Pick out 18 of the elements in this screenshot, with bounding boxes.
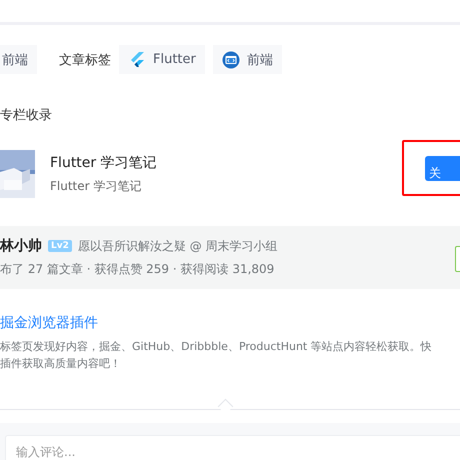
follow-button[interactable]: 关 bbox=[425, 156, 460, 181]
column-title[interactable]: Flutter 学习笔记 bbox=[50, 154, 157, 172]
tag-label: 前端 bbox=[246, 52, 273, 68]
author-stats: 布了 27 篇文章 · 获得点赞 259 · 获得阅读 31,809 bbox=[0, 261, 276, 278]
plugin-description: 插件获取高质量内容吧！ bbox=[0, 356, 122, 372]
plugin-description: 标签页发现好内容，掘金、GitHub、Dribbble、ProductHunt 等站点内容轻松获取。快 bbox=[0, 339, 433, 355]
comment-field[interactable]: 输入评论... bbox=[5, 435, 460, 460]
level-badge: Lv2 bbox=[48, 240, 72, 252]
article-tag[interactable]: 前端 bbox=[212, 45, 282, 74]
column-subtitle: Flutter 学习笔记 bbox=[50, 178, 142, 194]
tags-label: 文章标签 bbox=[59, 52, 111, 68]
tag-label: Flutter bbox=[153, 52, 196, 67]
plugin-link[interactable]: 掘金浏览器插件 bbox=[0, 314, 460, 332]
category-tag[interactable]: 前端 bbox=[0, 45, 37, 74]
section-heading: 专栏收录 bbox=[0, 107, 53, 124]
code-window-icon bbox=[222, 50, 240, 68]
article-tag[interactable]: Flutter bbox=[119, 45, 205, 74]
author-bio: 愿以吾所识解汝之疑 @ 周末学习小组 bbox=[78, 238, 278, 254]
